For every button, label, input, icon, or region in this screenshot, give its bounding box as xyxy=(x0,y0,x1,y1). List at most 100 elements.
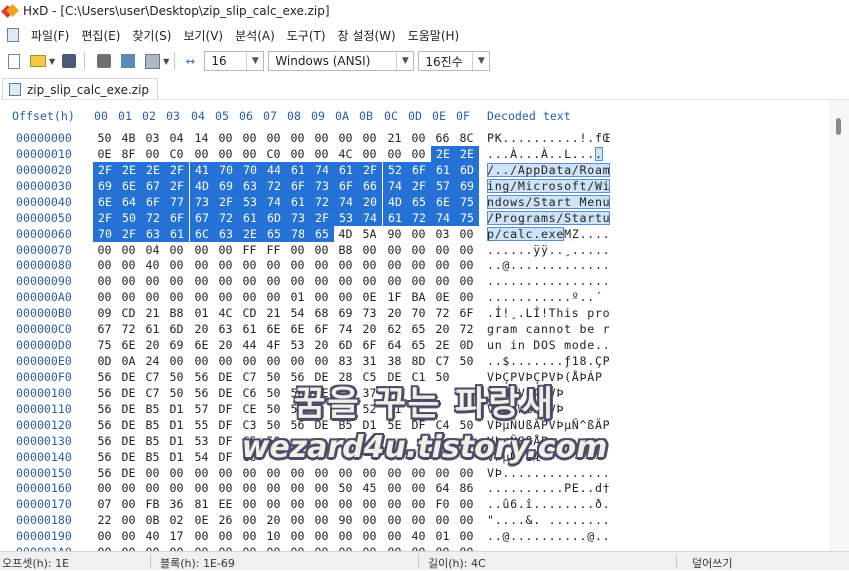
decoded-text[interactable]: VÞµÑUßÃPVÞµÑ^ßÄP xyxy=(487,417,610,433)
hex-byte[interactable]: DF xyxy=(408,417,429,433)
selected-hex-byte[interactable]: 65 xyxy=(407,194,431,210)
scrollbar-thumb[interactable] xyxy=(836,118,841,135)
hex-byte[interactable]: 00 xyxy=(408,130,429,146)
hex-byte[interactable]: 00 xyxy=(311,480,332,496)
hex-byte[interactable]: D1 xyxy=(166,417,187,433)
selected-hex-byte[interactable]: 2F xyxy=(407,178,431,194)
hex-byte[interactable]: 00 xyxy=(456,512,477,528)
hex-byte[interactable]: 00 xyxy=(384,146,405,162)
hex-byte[interactable]: 00 xyxy=(118,544,139,551)
hex-byte[interactable]: 00 xyxy=(94,544,115,551)
hex-byte[interactable]: 4B xyxy=(118,130,139,146)
selected-hex-byte[interactable]: 63 xyxy=(141,226,165,242)
hex-byte[interactable]: 00 xyxy=(215,289,236,305)
hex-byte[interactable]: 00 xyxy=(215,146,236,162)
decoded-text[interactable]: ..@............. xyxy=(487,257,610,273)
open-disk-button[interactable] xyxy=(94,51,114,71)
hex-byte[interactable]: 00 xyxy=(191,544,212,551)
selected-hex-byte[interactable]: 6C xyxy=(190,226,214,242)
selected-hex-byte[interactable]: 41 xyxy=(190,162,214,178)
hex-byte[interactable] xyxy=(335,401,356,417)
selected-hex-byte[interactable]: 75 xyxy=(455,194,479,210)
hex-byte[interactable]: 00 xyxy=(359,544,380,551)
menu-help[interactable]: 도움말(H) xyxy=(402,27,466,44)
decoded-text[interactable]: ..û6.î........ð. xyxy=(487,496,610,512)
hex-byte[interactable] xyxy=(432,433,453,449)
hex-byte[interactable]: 2E xyxy=(432,337,453,353)
hex-byte[interactable]: 00 xyxy=(191,480,212,496)
hex-byte[interactable]: 00 xyxy=(311,512,332,528)
selected-hex-byte[interactable]: 2F xyxy=(165,178,189,194)
hex-byte[interactable]: 73 xyxy=(359,305,380,321)
hex-byte[interactable]: 56 xyxy=(191,385,212,401)
hex-byte[interactable]: 4C xyxy=(215,305,236,321)
hex-byte[interactable]: 0E xyxy=(191,512,212,528)
hex-byte[interactable]: 57 xyxy=(191,401,212,417)
selected-hex-byte[interactable]: 75 xyxy=(455,210,479,226)
hex-byte[interactable]: FF xyxy=(239,242,260,258)
hex-byte[interactable] xyxy=(456,433,477,449)
hex-byte[interactable]: 50 xyxy=(456,353,477,369)
hex-byte[interactable]: 38 xyxy=(384,353,405,369)
hex-byte[interactable]: 6D xyxy=(166,321,187,337)
selected-hex-byte[interactable]: 72 xyxy=(262,178,286,194)
hex-byte[interactable]: 00 xyxy=(359,512,380,528)
hex-byte[interactable]: 00 xyxy=(287,528,308,544)
hex-byte[interactable]: 68 xyxy=(311,305,332,321)
hex-byte[interactable]: 00 xyxy=(166,465,187,481)
hex-byte[interactable]: 50 xyxy=(456,417,477,433)
hex-byte[interactable]: DF xyxy=(215,417,236,433)
hex-byte[interactable]: 00 xyxy=(142,146,163,162)
hex-byte[interactable] xyxy=(432,449,453,465)
hex-byte[interactable] xyxy=(456,401,477,417)
hex-byte[interactable]: 01 xyxy=(287,289,308,305)
hex-byte[interactable]: 00 xyxy=(432,465,453,481)
hex-byte[interactable]: 00 xyxy=(239,130,260,146)
selected-hex-byte[interactable]: 61 xyxy=(286,162,310,178)
hex-byte[interactable]: 24 xyxy=(142,353,163,369)
selected-hex-byte[interactable]: 74 xyxy=(262,194,286,210)
hex-byte[interactable]: 00 xyxy=(94,242,115,258)
menu-tools[interactable]: 도구(T) xyxy=(281,27,332,44)
hex-byte[interactable]: 69 xyxy=(166,337,187,353)
decoded-text[interactable]: VÞµÑWßÎPVÞ xyxy=(487,401,564,417)
hex-byte[interactable]: DF xyxy=(215,433,236,449)
hex-byte[interactable]: 00 xyxy=(118,257,139,273)
selected-hex-byte[interactable]: 53 xyxy=(238,194,262,210)
hex-byte[interactable]: 56 xyxy=(94,465,115,481)
hex-byte[interactable]: 66 xyxy=(432,130,453,146)
hex-byte[interactable] xyxy=(456,449,477,465)
selected-hex-byte[interactable]: 20 xyxy=(358,194,382,210)
hex-byte[interactable]: 53 xyxy=(191,433,212,449)
hex-byte[interactable]: B5 xyxy=(142,449,163,465)
hex-byte[interactable]: 54 xyxy=(287,305,308,321)
hex-byte[interactable]: C0 xyxy=(263,146,284,162)
selected-hex-byte[interactable]: 53 xyxy=(334,210,358,226)
hex-byte[interactable]: 00 xyxy=(311,242,332,258)
hex-byte[interactable]: 00 xyxy=(239,480,260,496)
hex-byte[interactable]: C3 xyxy=(239,417,260,433)
selected-hex-byte[interactable]: 73 xyxy=(190,194,214,210)
selected-hex-byte[interactable]: 74 xyxy=(431,210,455,226)
selected-hex-byte[interactable]: 73 xyxy=(286,210,310,226)
hex-byte[interactable]: 00 xyxy=(311,130,332,146)
selected-hex-byte[interactable]: 78 xyxy=(286,226,310,242)
selected-hex-byte[interactable]: 2F xyxy=(93,162,117,178)
hex-byte[interactable]: B5 xyxy=(142,433,163,449)
hex-byte[interactable]: 63 xyxy=(215,321,236,337)
hex-byte[interactable]: 00 xyxy=(287,512,308,528)
hex-byte[interactable]: 0D xyxy=(456,337,477,353)
hex-byte[interactable]: 00 xyxy=(408,480,429,496)
hex-byte[interactable]: 00 xyxy=(239,496,260,512)
hex-byte[interactable]: DE xyxy=(118,433,139,449)
hex-byte[interactable]: 00 xyxy=(239,353,260,369)
hex-byte[interactable]: 65 xyxy=(408,337,429,353)
selected-hex-byte[interactable]: 61 xyxy=(238,210,262,226)
hex-byte[interactable] xyxy=(311,449,332,465)
selected-hex-byte[interactable]: 74 xyxy=(383,178,407,194)
hex-byte[interactable]: 00 xyxy=(408,146,429,162)
hex-byte[interactable]: 00 xyxy=(191,353,212,369)
hex-byte[interactable]: 00 xyxy=(408,544,429,551)
hex-byte[interactable]: 00 xyxy=(94,289,115,305)
hex-byte[interactable] xyxy=(335,449,356,465)
